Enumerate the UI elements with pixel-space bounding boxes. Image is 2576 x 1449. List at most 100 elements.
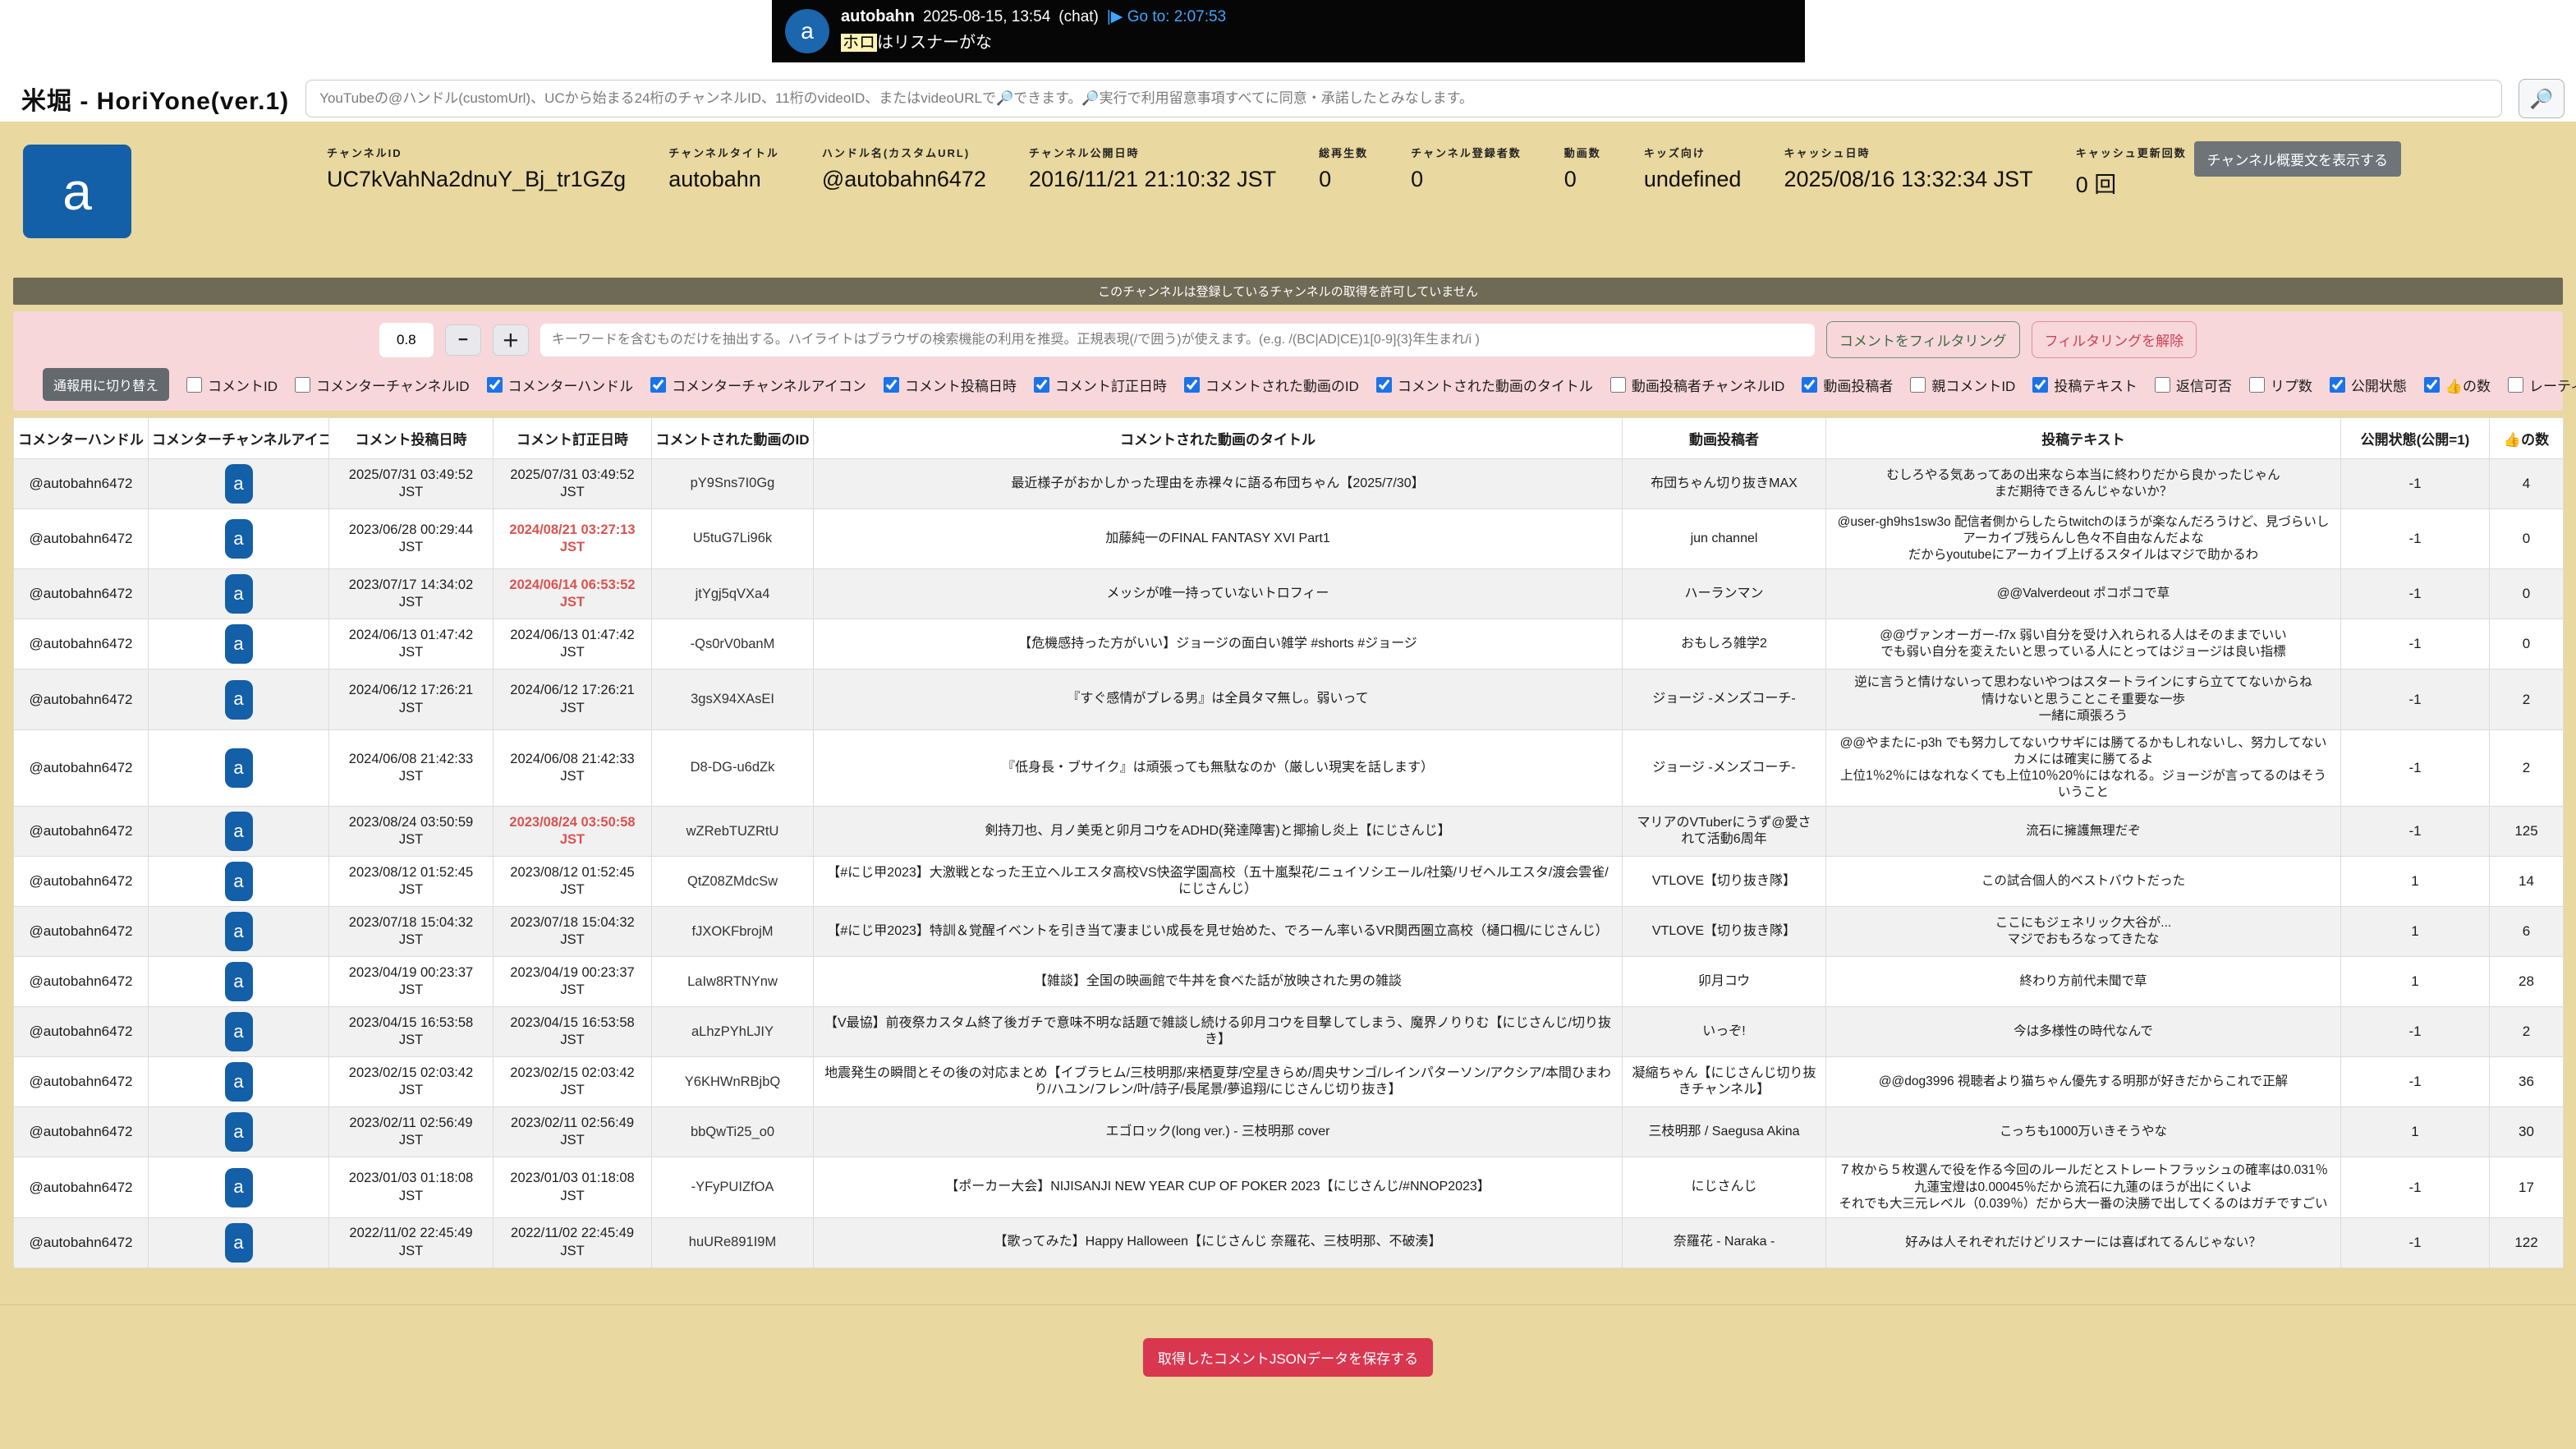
channel-field-label: キャッシュ日時	[1784, 145, 2032, 160]
channel-field-value: 2025/08/16 13:32:34 JST	[1784, 167, 2032, 192]
cell-like-count: 6	[2490, 907, 2564, 957]
column-checkbox[interactable]: レーティング	[2508, 375, 2576, 395]
threshold-input[interactable]	[379, 323, 434, 357]
chat-goto-link[interactable]: |▶ Go to: 2:07:53	[1107, 7, 1226, 26]
column-checkbox[interactable]: 返信可否	[2155, 375, 2232, 395]
cell-commenter-handle: @autobahn6472	[14, 907, 149, 957]
cell-video-id: fJXOKFbrojM	[652, 907, 814, 957]
subscription-notice: このチャンネルは登録しているチャンネルの取得を許可していません	[13, 278, 2563, 305]
cell-public-status: 1	[2341, 907, 2490, 957]
chat-avatar: a	[785, 9, 829, 53]
column-checkbox[interactable]: 動画投稿者	[1802, 375, 1893, 395]
cell-comment-text: ７枚から５枚選んで役を作る今回のルールだとストレートフラッシュの確率は0.031…	[1826, 1157, 2341, 1217]
checkbox-input[interactable]	[487, 377, 503, 393]
checkbox-input[interactable]	[1376, 377, 1392, 393]
minus-icon: −	[458, 330, 468, 350]
cell-comment-text: 逆に言うと情けないって思わないやつはスタートラインにすら立ててないからね 情けな…	[1826, 669, 2341, 729]
checkbox-input[interactable]	[1184, 377, 1200, 393]
cell-edited-at: 2025/07/31 03:49:52 JST	[494, 459, 652, 509]
checkbox-input[interactable]	[1802, 377, 1817, 393]
column-checkbox[interactable]: 投稿テキスト	[2032, 375, 2137, 395]
column-checkbox[interactable]: コメント投稿日時	[884, 375, 1017, 395]
keyword-filter-input[interactable]	[540, 324, 1815, 356]
clear-filter-button[interactable]: フィルタリングを解除	[2032, 321, 2197, 358]
cell-video-author: おもしろ雑学2	[1623, 619, 1826, 669]
checkbox-label: 公開状態	[2351, 375, 2407, 395]
channel-field-label: 動画数	[1564, 145, 1601, 160]
cell-comment-text: ここにもジェネリック大谷が... マジでおもろなってきたな	[1826, 907, 2341, 957]
cell-video-id: Y6KHWnRBjbQ	[652, 1057, 814, 1107]
channel-field-value: @autobahn6472	[822, 167, 986, 192]
checkbox-label: コメンターチャンネルアイコン	[672, 375, 866, 395]
chat-comment-overlay: a autobahn 2025-08-15, 13:54 (chat) |▶ G…	[772, 0, 1805, 62]
show-channel-description-button[interactable]: チャンネル概要文を表示する	[2194, 141, 2402, 177]
cell-edited-at: 2023/02/11 02:56:49 JST	[494, 1107, 652, 1157]
search-button[interactable]: 🔎	[2519, 79, 2565, 118]
column-checkbox[interactable]: コメントされた動画のタイトル	[1376, 375, 1593, 395]
channel-field-value: UC7kVahNa2dnuY_Bj_tr1GZg	[327, 167, 626, 192]
column-checkbox[interactable]: 親コメントID	[1910, 375, 2015, 395]
cell-channel-icon: a	[149, 807, 329, 857]
cell-channel-icon: a	[149, 669, 329, 729]
report-mode-button[interactable]: 通報用に切り替え	[43, 368, 169, 401]
column-checkbox[interactable]: 公開状態	[2330, 375, 2407, 395]
table-header-cell: コメンターハンドル	[14, 418, 149, 459]
channel-field-value: 0	[1564, 167, 1601, 192]
cell-video-author: マリアのVTuberにうず@愛されて活動6周年	[1623, 807, 1826, 857]
cell-video-author: ハーランマン	[1623, 569, 1826, 619]
checkbox-input[interactable]	[2330, 377, 2345, 393]
checkbox-input[interactable]	[1610, 377, 1626, 393]
checkbox-input[interactable]	[1034, 377, 1049, 393]
cell-video-id: aLhzPYhLJIY	[652, 1007, 814, 1057]
column-checkbox[interactable]: 動画投稿者チャンネルID	[1610, 375, 1785, 395]
threshold-decrement-button[interactable]: −	[445, 324, 481, 356]
checkbox-label: コメント訂正日時	[1055, 375, 1167, 395]
cell-commenter-handle: @autobahn6472	[14, 1107, 149, 1157]
cell-channel-icon: a	[149, 1157, 329, 1217]
cell-video-id: D8-DG-u6dZk	[652, 729, 814, 807]
column-checkbox[interactable]: コメント訂正日時	[1034, 375, 1167, 395]
cell-like-count: 28	[2490, 957, 2564, 1007]
cell-public-status: -1	[2341, 669, 2490, 729]
chat-author: autobahn	[841, 7, 915, 26]
checkbox-input[interactable]	[186, 377, 202, 393]
channel-field: キャッシュ更新回数0 回	[2076, 145, 2187, 199]
column-checkbox[interactable]: リプ数	[2249, 375, 2312, 395]
checkbox-input[interactable]	[2508, 377, 2523, 393]
column-checkbox[interactable]: コメンターハンドル	[487, 375, 634, 395]
save-json-button[interactable]: 取得したコメントJSONデータを保存する	[1143, 1338, 1433, 1377]
channel-search-input[interactable]	[305, 80, 2502, 117]
cell-commenter-handle: @autobahn6472	[14, 807, 149, 857]
column-checkbox[interactable]: コメンターチャンネルアイコン	[650, 375, 866, 395]
column-checkbox[interactable]: 👍の数	[2424, 375, 2491, 395]
channel-field: ハンドル名(カスタムURL)@autobahn6472	[822, 145, 986, 192]
checkbox-input[interactable]	[2032, 377, 2048, 393]
checkbox-input[interactable]	[2155, 377, 2170, 393]
cell-posted-at: 2023/04/19 00:23:37 JST	[329, 957, 494, 1007]
checkbox-input[interactable]	[2249, 377, 2265, 393]
column-checkbox[interactable]: コメントID	[186, 375, 278, 395]
checkbox-input[interactable]	[2424, 377, 2440, 393]
checkbox-input[interactable]	[650, 377, 666, 393]
column-checkbox[interactable]: コメントされた動画のID	[1184, 375, 1359, 395]
commenter-channel-icon: a	[225, 680, 253, 720]
cell-like-count: 30	[2490, 1107, 2564, 1157]
checkbox-input[interactable]	[295, 377, 310, 393]
column-checkbox[interactable]: コメンターチャンネルID	[295, 375, 470, 395]
cell-edited-at: 2023/01/03 01:18:08 JST	[494, 1157, 652, 1217]
table-row: @autobahn6472a2023/04/19 00:23:37 JST202…	[14, 957, 2564, 1007]
channel-field-value: 0	[1319, 167, 1368, 192]
channel-field-value: undefined	[1644, 167, 1742, 192]
cell-video-id: LaIw8RTNYnw	[652, 957, 814, 1007]
channel-field: チャンネル登録者数0	[1411, 145, 1522, 192]
filter-comments-button[interactable]: コメントをフィルタリング	[1826, 321, 2020, 358]
threshold-increment-button[interactable]: ＋	[493, 324, 529, 356]
checkbox-label: コメントされた動画のタイトル	[1398, 375, 1593, 395]
table-row: @autobahn6472a2023/04/15 16:53:58 JST202…	[14, 1007, 2564, 1057]
checkbox-input[interactable]	[1910, 377, 1926, 393]
cell-posted-at: 2023/07/18 15:04:32 JST	[329, 907, 494, 957]
table-row: @autobahn6472a2023/01/03 01:18:08 JST202…	[14, 1157, 2564, 1217]
cell-channel-icon: a	[149, 1107, 329, 1157]
checkbox-label: コメントID	[208, 375, 278, 395]
checkbox-input[interactable]	[884, 377, 899, 393]
